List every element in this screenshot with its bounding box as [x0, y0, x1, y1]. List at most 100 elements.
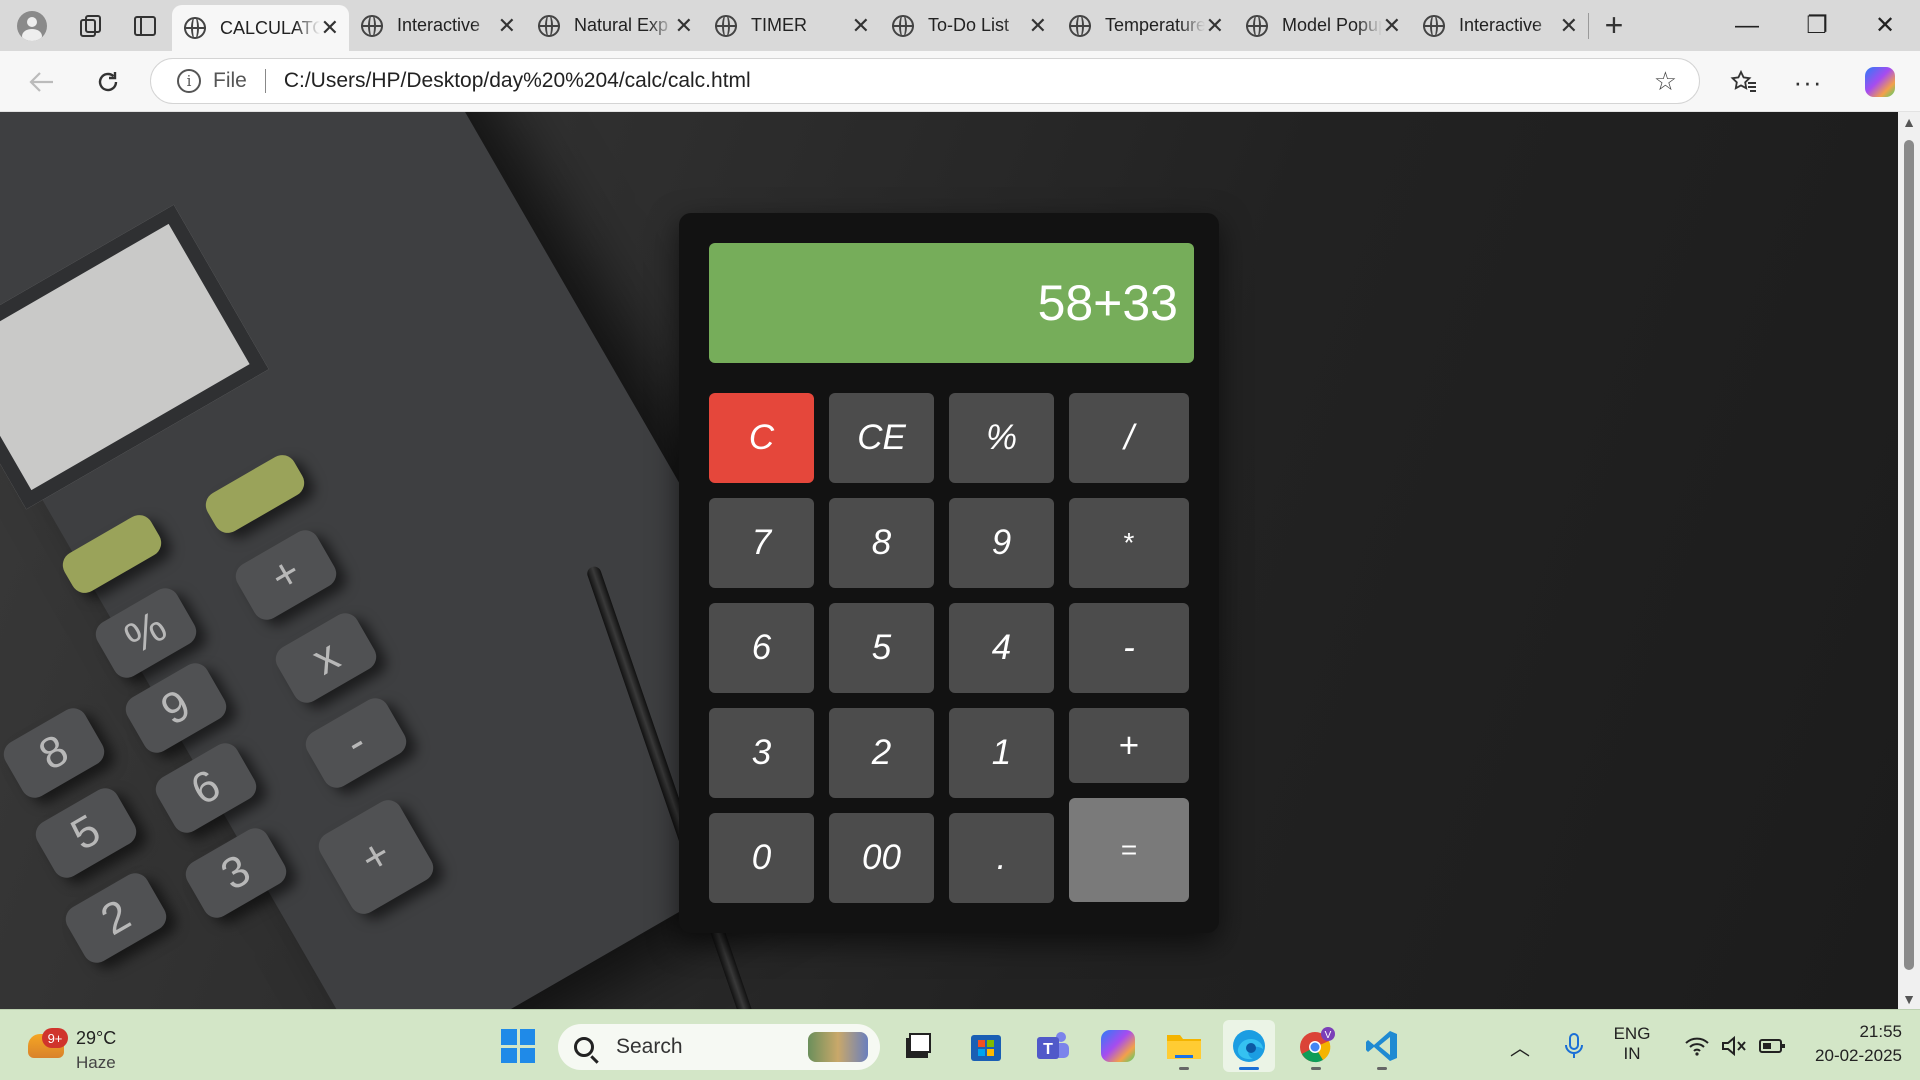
favorite-star-icon[interactable]: ☆ — [1654, 66, 1677, 97]
favorites-button[interactable] — [1722, 63, 1766, 101]
minimize-button[interactable]: — — [1712, 0, 1782, 51]
globe-icon — [892, 14, 914, 37]
teams-icon: T — [1037, 1032, 1069, 1059]
vscode-button[interactable] — [1356, 1020, 1408, 1072]
speaker-muted-icon — [1722, 1035, 1746, 1057]
chrome-icon: V — [1300, 1027, 1335, 1063]
tab-natural-exp[interactable]: Natural Exp ✕ — [526, 0, 703, 51]
workspaces-button[interactable] — [64, 0, 118, 51]
tab-temperature[interactable]: Temperature ✕ — [1057, 0, 1234, 51]
decimal-button[interactable]: . — [949, 813, 1054, 903]
notification-badge: 9+ — [42, 1028, 68, 1048]
tab-close-icon[interactable]: ✕ — [1206, 13, 1224, 39]
clock[interactable]: 21:55 20-02-2025 — [1790, 1022, 1902, 1066]
subtract-button[interactable]: - — [1069, 603, 1189, 693]
address-bar-row: i File C:/Users/HP/Desktop/day%20%204/ca… — [0, 51, 1920, 112]
more-button[interactable]: ··· — [1786, 63, 1830, 101]
restore-button[interactable]: ❐ — [1782, 0, 1852, 51]
edge-button[interactable] — [1223, 1020, 1275, 1072]
weather-widget[interactable]: 9+ 29°C Haze — [28, 1018, 138, 1074]
digit-9-button[interactable]: 9 — [949, 498, 1054, 588]
page-scrollbar[interactable]: ▲ ▼ — [1898, 112, 1920, 1009]
address-input[interactable]: i File C:/Users/HP/Desktop/day%20%204/ca… — [150, 58, 1700, 104]
digit-3-button[interactable]: 3 — [709, 708, 814, 798]
teams-button[interactable]: T — [1027, 1020, 1079, 1072]
digit-6-button[interactable]: 6 — [709, 603, 814, 693]
chevron-up-icon: ︿ — [1510, 1037, 1530, 1060]
quick-settings-button[interactable] — [1670, 1020, 1800, 1072]
running-indicator — [1311, 1067, 1321, 1070]
info-icon[interactable]: i — [177, 69, 201, 93]
digit-8-button[interactable]: 8 — [829, 498, 934, 588]
copilot-icon — [1865, 67, 1895, 97]
region-code: IN — [1623, 1044, 1641, 1063]
back-button[interactable] — [22, 63, 62, 101]
double-zero-button[interactable]: 00 — [829, 813, 934, 903]
microsoft-store-icon — [971, 1035, 1001, 1061]
task-view-icon — [906, 1033, 931, 1058]
copilot-app-button[interactable] — [1092, 1020, 1144, 1072]
microphone-icon — [1565, 1033, 1583, 1058]
weather-temperature: 29°C — [76, 1028, 117, 1048]
globe-icon — [1423, 14, 1445, 37]
tab-close-icon[interactable]: ✕ — [1383, 13, 1401, 39]
refresh-button[interactable] — [88, 63, 128, 101]
microsoft-store-button[interactable] — [960, 1020, 1012, 1072]
profile-button[interactable] — [0, 0, 64, 51]
tab-close-icon[interactable]: ✕ — [852, 13, 870, 39]
tab-calculator[interactable]: CALCULATOR ✕ — [172, 5, 349, 51]
tab-close-icon[interactable]: ✕ — [1560, 13, 1578, 39]
task-view-button[interactable] — [892, 1020, 944, 1072]
taskbar-search[interactable]: Search — [558, 1024, 880, 1070]
tab-model-popup[interactable]: Model Popup ✕ — [1234, 0, 1411, 51]
svg-text:V: V — [1325, 1030, 1332, 1041]
digit-4-button[interactable]: 4 — [949, 603, 1054, 693]
tab-close-icon[interactable]: ✕ — [321, 15, 339, 41]
tab-interactive-2[interactable]: Interactive ✕ — [1411, 0, 1588, 51]
add-button[interactable]: + — [1069, 708, 1189, 783]
show-hidden-icons-button[interactable]: ︿ — [1500, 1020, 1540, 1072]
tab-actions-button[interactable] — [118, 0, 172, 51]
tab-title: Temperature — [1105, 15, 1205, 35]
multiply-button[interactable]: * — [1069, 498, 1189, 588]
tab-title: Model Popup — [1282, 15, 1382, 35]
globe-icon — [715, 14, 737, 37]
digit-2-button[interactable]: 2 — [829, 708, 934, 798]
scheme-label: File — [213, 69, 247, 92]
chrome-button[interactable]: V — [1290, 1020, 1342, 1072]
battery-icon — [1759, 1039, 1785, 1053]
scroll-down-icon[interactable]: ▼ — [1902, 991, 1916, 1007]
calculator-display: 58+33 — [709, 243, 1194, 363]
scroll-up-icon[interactable]: ▲ — [1902, 114, 1916, 130]
globe-icon — [184, 17, 206, 39]
search-placeholder: Search — [616, 1035, 683, 1058]
digit-5-button[interactable]: 5 — [829, 603, 934, 693]
url-text[interactable]: C:/Users/HP/Desktop/day%20%204/calc/calc… — [284, 69, 751, 93]
input-language[interactable]: ENG IN — [1604, 1024, 1660, 1064]
file-explorer-button[interactable] — [1158, 1020, 1210, 1072]
divide-button[interactable]: / — [1069, 393, 1189, 483]
digit-0-button[interactable]: 0 — [709, 813, 814, 903]
tab-todo[interactable]: To-Do List ✕ — [880, 0, 1057, 51]
close-window-button[interactable]: ✕ — [1850, 0, 1920, 51]
digit-7-button[interactable]: 7 — [709, 498, 814, 588]
start-button[interactable] — [492, 1020, 544, 1072]
tab-close-icon[interactable]: ✕ — [1029, 13, 1047, 39]
clear-entry-button[interactable]: CE — [829, 393, 934, 483]
copilot-button[interactable] — [1858, 63, 1902, 101]
equals-button[interactable]: = — [1069, 798, 1189, 902]
digit-1-button[interactable]: 1 — [949, 708, 1054, 798]
more-icon: ··· — [1793, 66, 1823, 97]
copilot-icon — [1101, 1030, 1135, 1062]
new-tab-button[interactable]: + — [1589, 0, 1639, 51]
scroll-thumb[interactable] — [1904, 140, 1914, 970]
weather-condition: Haze — [76, 1053, 116, 1072]
percent-button[interactable]: % — [949, 393, 1054, 483]
tab-timer[interactable]: TIMER ✕ — [703, 0, 880, 51]
tab-close-icon[interactable]: ✕ — [675, 13, 693, 39]
globe-icon — [1069, 14, 1091, 37]
clear-button[interactable]: C — [709, 393, 814, 483]
tab-close-icon[interactable]: ✕ — [498, 13, 516, 39]
tab-interactive[interactable]: Interactive ✕ — [349, 0, 526, 51]
microphone-button[interactable] — [1552, 1020, 1596, 1072]
